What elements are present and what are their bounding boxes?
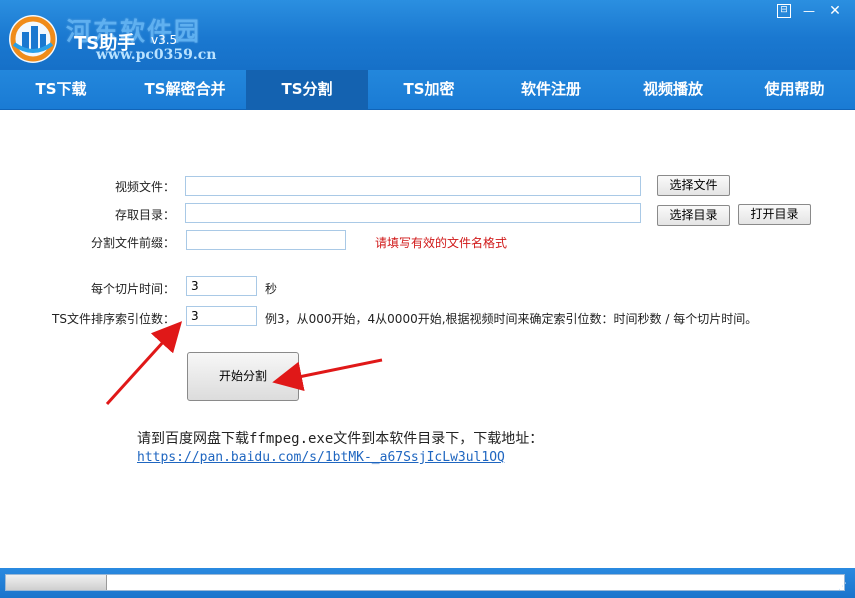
save-dir-label: 存取目录： <box>114 208 175 222</box>
select-dir-button[interactable]: 选择目录 <box>657 205 730 226</box>
watermark-url: www.pc0359.cn <box>96 47 217 63</box>
video-file-input[interactable] <box>185 176 641 196</box>
progress-fill <box>6 575 107 590</box>
menu-icon[interactable]: ⊟ <box>777 4 791 18</box>
close-icon[interactable]: ✕ <box>828 4 842 18</box>
prefix-input[interactable] <box>186 230 346 250</box>
tab-ts-encrypt[interactable]: TS加密 <box>368 70 490 110</box>
resize-grip-icon[interactable]: ⋰ <box>838 582 850 594</box>
slice-time-input[interactable] <box>186 276 257 296</box>
slice-time-unit: 秒 <box>265 282 278 296</box>
minimize-icon[interactable]: — <box>802 4 816 18</box>
tab-software-register[interactable]: 软件注册 <box>490 70 612 110</box>
tab-bar: TS下载 TS解密合并 TS分割 TS加密 软件注册 视频播放 使用帮助 <box>0 70 855 110</box>
app-version: v3.5 <box>151 33 178 47</box>
slice-time-label: 每个切片时间： <box>90 282 175 296</box>
index-digits-input[interactable] <box>186 306 257 326</box>
tab-help[interactable]: 使用帮助 <box>734 70 855 110</box>
save-dir-input[interactable] <box>185 203 641 223</box>
download-link[interactable]: https://pan.baidu.com/s/1btMK-_a67SsjIcL… <box>137 450 505 465</box>
prefix-hint: 请填写有效的文件名格式 <box>375 236 508 250</box>
select-file-button[interactable]: 选择文件 <box>657 175 730 196</box>
tab-ts-split[interactable]: TS分割 <box>246 70 368 110</box>
tab-ts-decrypt-merge[interactable]: TS解密合并 <box>124 70 246 110</box>
open-dir-button[interactable]: 打开目录 <box>738 204 811 225</box>
download-instruction: 请到百度网盘下载ffmpeg.exe文件到本软件目录下，下载地址： <box>137 431 544 447</box>
tab-video-play[interactable]: 视频播放 <box>612 70 734 110</box>
index-digits-note: 例3，从000开始，4从0000开始,根据视频时间来确定索引位数：时间秒数 / … <box>265 312 758 326</box>
index-digits-label: TS文件排序索引位数： <box>52 312 175 326</box>
title-bar: 河东软件园 TS助手 v3.5 www.pc0359.cn ⊟ — ✕ <box>0 0 855 70</box>
start-split-button[interactable]: 开始分割 <box>187 352 299 401</box>
prefix-label: 分割文件前缀： <box>90 236 175 250</box>
video-file-label: 视频文件： <box>114 180 175 194</box>
tab-ts-download[interactable]: TS下载 <box>0 70 122 110</box>
progress-bar <box>5 574 845 591</box>
app-logo-icon <box>9 15 57 63</box>
